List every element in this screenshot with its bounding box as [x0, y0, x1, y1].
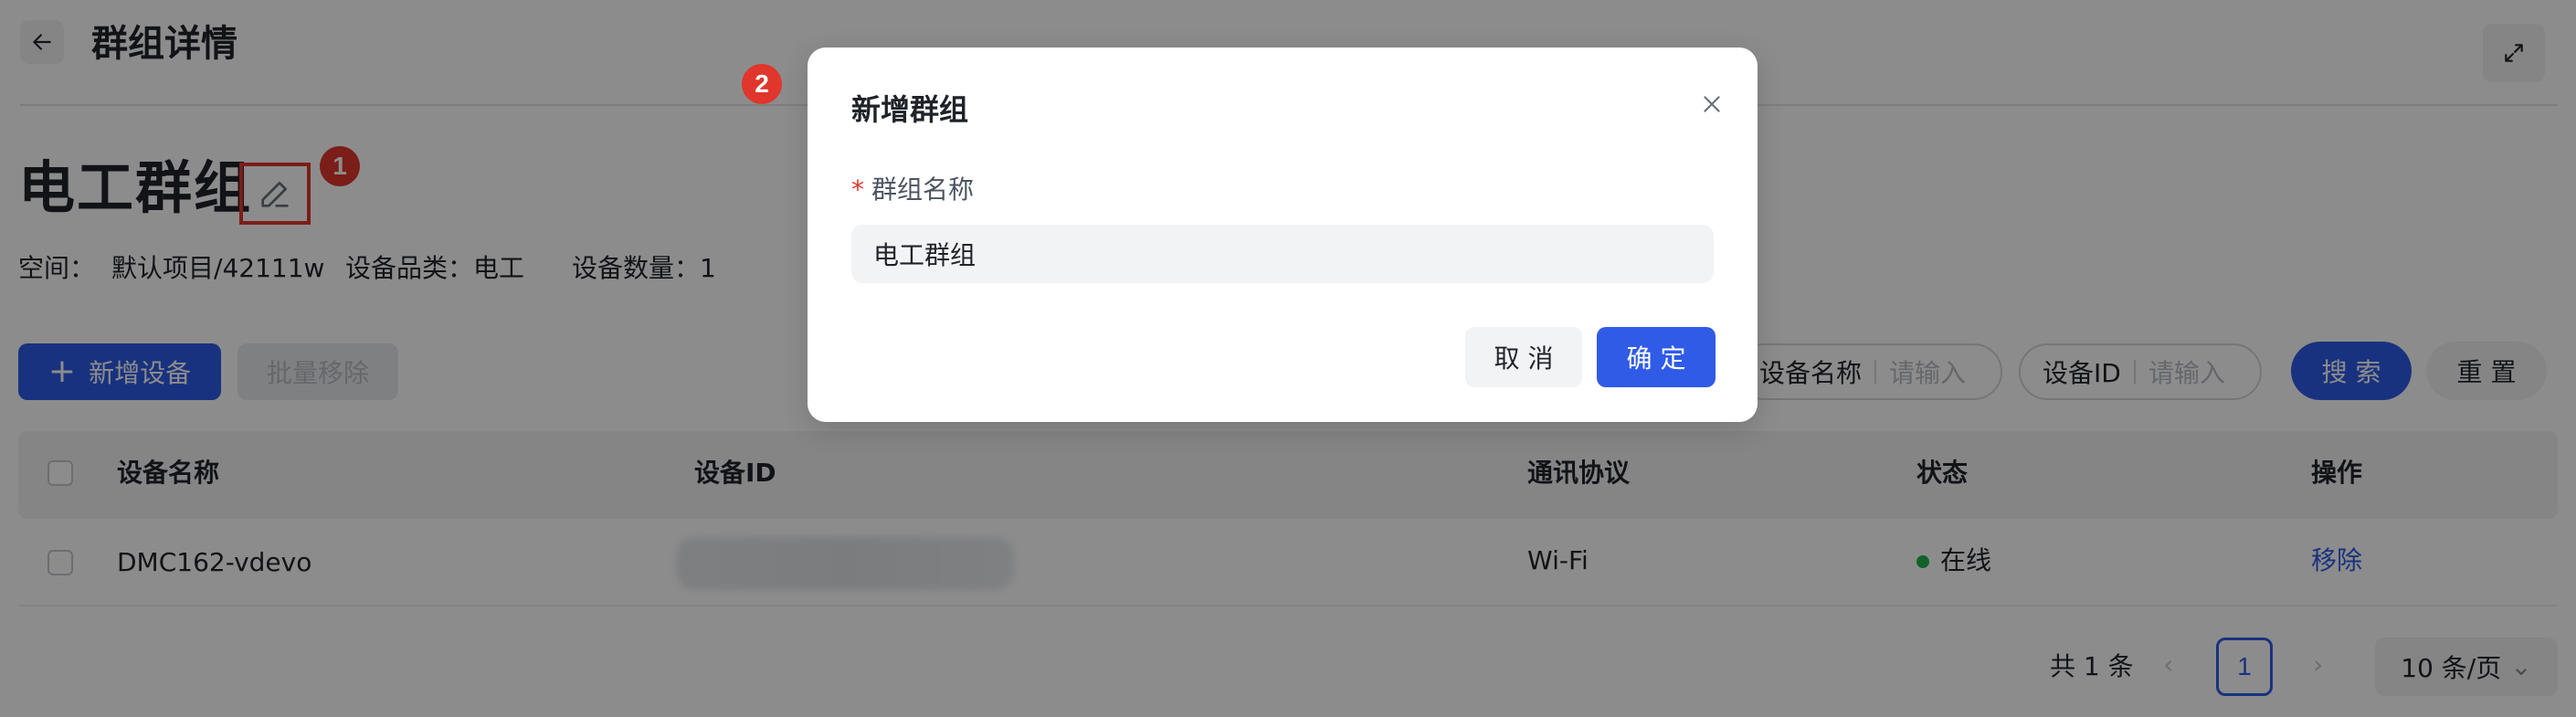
cancel-button[interactable]: 取 消: [1465, 327, 1582, 387]
group-name-input[interactable]: [851, 225, 1714, 283]
group-name-label-text: 群组名称: [871, 174, 975, 205]
confirm-button[interactable]: 确 定: [1597, 327, 1716, 387]
annotation-badge-2: 2: [742, 64, 782, 104]
required-mark: *: [851, 174, 864, 205]
close-button[interactable]: [1690, 82, 1734, 126]
dialog-title: 新增群组: [851, 92, 969, 127]
close-icon: [1704, 96, 1720, 112]
new-group-dialog: 新增群组 *群组名称 取 消 确 定: [808, 47, 1758, 422]
group-detail-page: 群组详情 电工群组 1 空间： 默认项目/42111w 设备品类：电工 设备数量：…: [0, 0, 2576, 717]
group-name-field-label: * 群组名称: [851, 172, 974, 208]
